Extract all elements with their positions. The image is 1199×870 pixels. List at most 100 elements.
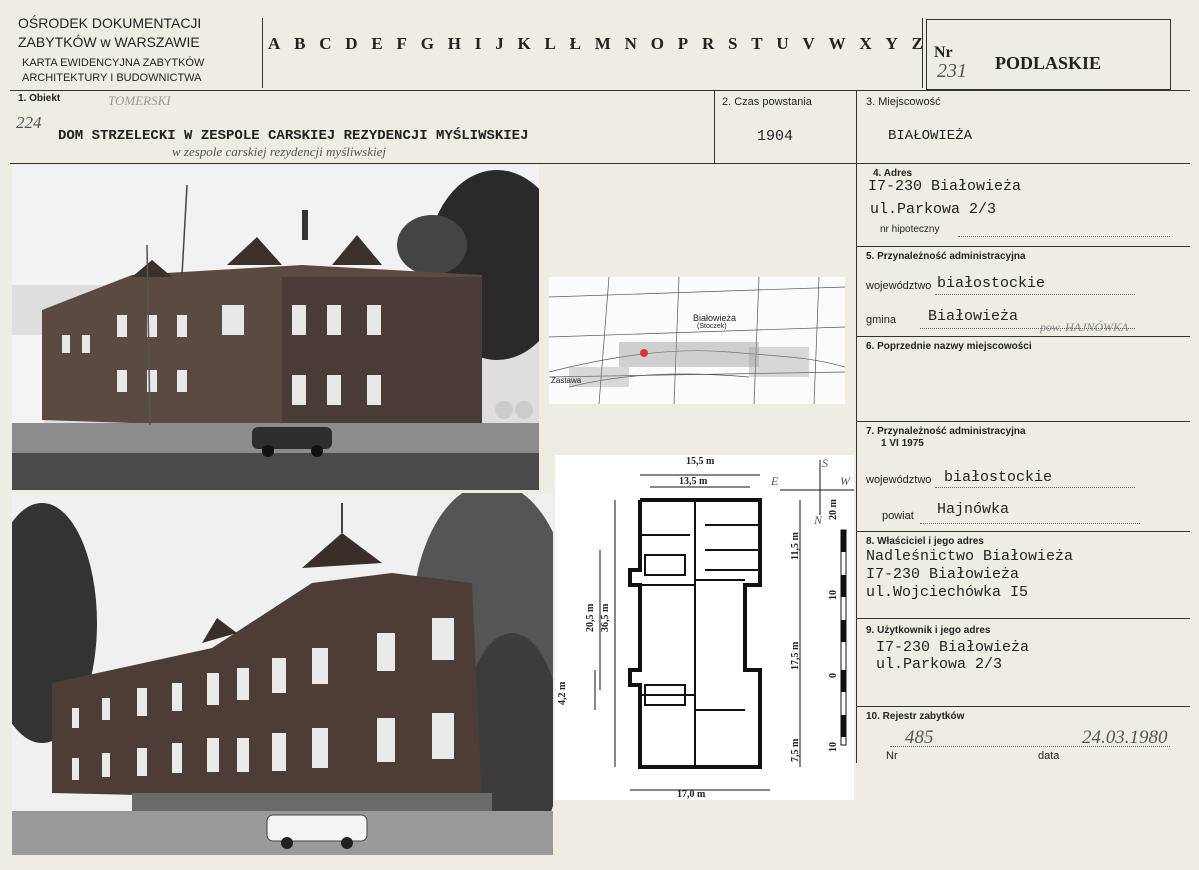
alphabet-letter: O: [650, 34, 664, 53]
alphabet-letter: A: [268, 34, 281, 53]
uzytkownik-label: 9. Użytkownik i jego adres: [866, 625, 991, 636]
alphabet-letter: K: [517, 34, 531, 53]
card-type: KARTA EWIDENCYJNA ZABYTKÓW ARCHITEKTURY …: [22, 56, 204, 86]
map-left-label: Zastawa: [551, 376, 582, 385]
sec6-bottom: [857, 421, 1190, 422]
plan-dim-left1: 20,5 m: [585, 603, 596, 632]
alphabet-letter: C: [319, 34, 332, 53]
alphabet-index: ABCDEFGHIJKLŁMNOPRSTUVWXYZ: [268, 34, 923, 54]
org-name: OŚRODEK DOKUMENTACJI ZABYTKÓW w WARSZAWI…: [18, 14, 201, 52]
compass-n: N: [814, 513, 823, 527]
header-divider-2: [922, 18, 923, 88]
admin7-woj-field: [935, 487, 1135, 488]
plan-dim-right1: 11,5 m: [790, 532, 801, 560]
alphabet-letter: B: [294, 34, 306, 53]
alphabet-letter: L: [544, 34, 556, 53]
admin5-woj-field: [935, 294, 1135, 295]
org-line2: ZABYTKÓW w WARSZAWIE: [18, 34, 200, 50]
building-photo-side: [12, 493, 553, 855]
admin7-powiat-label: powiat: [882, 510, 914, 522]
plan-dim-top1: 15,5 m: [686, 456, 715, 467]
alphabet-letter: S: [728, 34, 738, 53]
alphabet-letter: J: [495, 34, 504, 53]
scale-label-bottom: 10: [828, 742, 839, 752]
plan-dim-left2: 36,5 m: [600, 603, 611, 632]
location-map: [549, 277, 845, 404]
uzytkownik-line1: I7-230 Białowieża: [876, 639, 1030, 656]
admin5-woj-label: województwo: [866, 280, 932, 292]
header-bottom-line: [10, 90, 1190, 91]
alphabet-letter: U: [776, 34, 789, 53]
scale-label-zero: 0: [828, 673, 839, 678]
rejestr-label: 10. Rejestr zabytków: [866, 711, 965, 722]
header-divider-1: [262, 18, 263, 88]
admin5-label: 5. Przynależność administracyjna: [866, 251, 1026, 262]
card-line1: KARTA EWIDENCYJNA ZABYTKÓW: [22, 57, 205, 69]
admin7-powiat-field: [920, 523, 1140, 524]
alphabet-letter: X: [859, 34, 872, 53]
row1-bottom-line: [10, 163, 1190, 164]
admin5-gmina-value: Białowieża: [928, 308, 1019, 325]
compass-w: W: [840, 474, 850, 488]
sec9-bottom: [857, 706, 1190, 707]
alphabet-letter: F: [396, 34, 407, 53]
org-line1: OŚRODEK DOKUMENTACJI: [18, 15, 202, 31]
scale-label-top: 20 m: [828, 499, 839, 520]
plan-dim-right3: 7,5 m: [790, 738, 801, 762]
alphabet-letter: P: [677, 34, 689, 53]
admin7-woj-value: białostockie: [944, 469, 1053, 486]
rejestr-nr-label: Nr: [886, 750, 898, 762]
miejscowosc-value: BIAŁOWIEŻA: [888, 128, 973, 144]
wlasciciel-line1: Nadleśnictwo Białowieża: [866, 548, 1074, 565]
adres-line1: I7-230 Białowieża: [868, 178, 1022, 195]
hipoteczny-label: nr hipoteczny: [880, 224, 940, 235]
admin5-gmina-field: [920, 328, 1135, 329]
sec4-bottom: [857, 246, 1190, 247]
alphabet-letter: M: [594, 34, 611, 53]
card-line2: ARCHITEKTURY I BUDOWNICTWA: [22, 72, 202, 84]
map-town-label: Białowieża: [693, 313, 737, 323]
obiekt-label: 1. Obiekt: [18, 93, 61, 104]
nr-value: 231: [937, 60, 967, 82]
poprzednie-label: 6. Poprzednie nazwy miejscowości: [866, 341, 1032, 352]
right-column-divider: [856, 163, 857, 763]
sec5-bottom: [857, 336, 1190, 337]
hipoteczny-field: [958, 236, 1170, 237]
rejestr-data-label: data: [1038, 750, 1060, 762]
alphabet-letter: G: [420, 34, 434, 53]
obiekt-hand-note: w zespole carskiej rezydencji myśliwskie…: [172, 144, 386, 159]
admin7-powiat-value: Hajnówka: [937, 501, 1010, 518]
building-photo-front: [12, 165, 539, 490]
czas-value: 1904: [757, 128, 794, 145]
plan-dim-top2: 13,5 m: [679, 476, 708, 487]
map-sub-label: (Stoczek): [697, 323, 727, 330]
alphabet-letter: N: [624, 34, 637, 53]
plan-dim-bottom: 17,0 m: [677, 789, 706, 800]
wlasciciel-line3: ul.Wojciechówka I5: [866, 584, 1029, 601]
alphabet-letter: R: [701, 34, 715, 53]
region-name: PODLASKIE: [995, 53, 1102, 73]
admin5-gmina-label: gmina: [866, 314, 896, 326]
alphabet-letter: T: [751, 34, 763, 53]
obiekt-hand-left: 224: [16, 113, 42, 132]
alphabet-letter: H: [447, 34, 461, 53]
obiekt-hand-top: TOMERSKI: [108, 93, 171, 108]
wlasciciel-line2: I7-230 Białowieża: [866, 566, 1020, 583]
alphabet-letter: Y: [885, 34, 898, 53]
sec7-bottom: [857, 531, 1190, 532]
adres-line2: ul.Parkowa 2/3: [870, 201, 997, 218]
admin5-woj-value: białostockie: [937, 275, 1046, 292]
rejestr-nr-field: [890, 746, 1170, 747]
alphabet-letter: I: [474, 34, 482, 53]
alphabet-letter: E: [371, 34, 383, 53]
admin7-date: 1 VI 1975: [881, 438, 924, 449]
czas-label: 2. Czas powstania: [722, 96, 812, 108]
alphabet-letter: V: [802, 34, 815, 53]
admin7-woj-label: województwo: [866, 474, 932, 486]
sec8-bottom: [857, 618, 1190, 619]
plan-dim-right2: 17,5 m: [790, 641, 801, 670]
obiekt-title: DOM STRZELECKI W ZESPOLE CARSKIEJ REZYDE…: [58, 128, 529, 144]
wlasciciel-label: 8. Właściciel i jego adres: [866, 536, 984, 547]
compass-e: E: [771, 474, 779, 488]
uzytkownik-line2: ul.Parkowa 2/3: [876, 656, 1003, 673]
